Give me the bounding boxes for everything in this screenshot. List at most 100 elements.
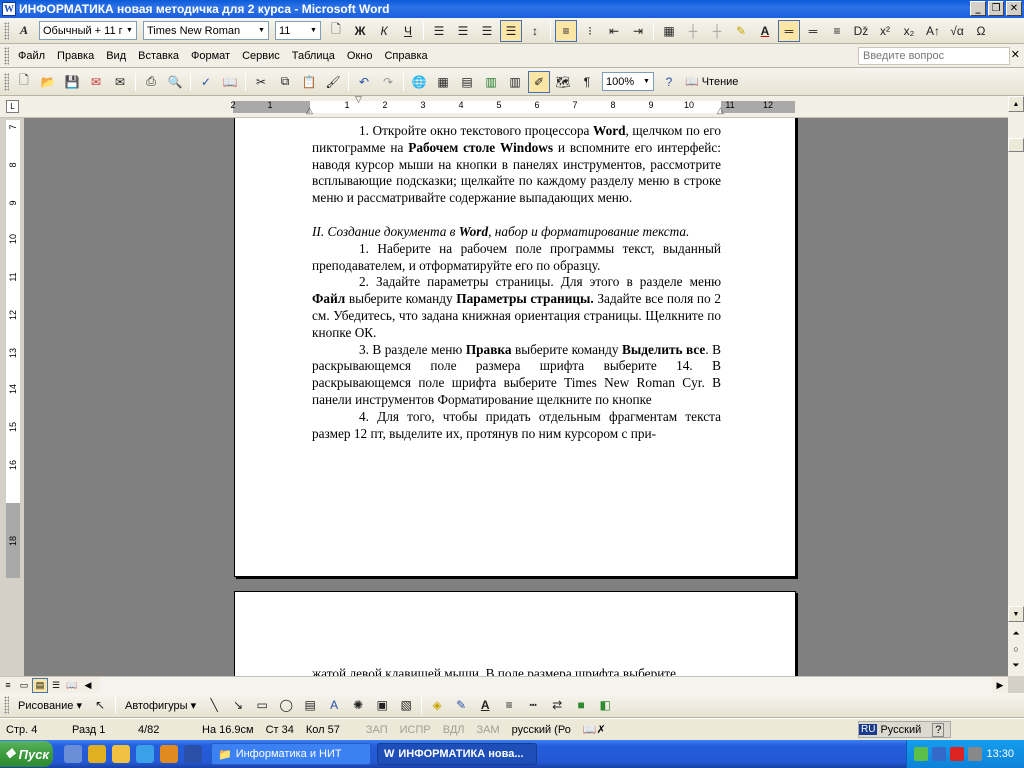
omega-icon[interactable]: Ω <box>970 20 992 42</box>
insert-rows-icon[interactable]: ┼ <box>682 20 704 42</box>
scroll-right-button[interactable]: ▶ <box>992 678 1008 693</box>
horizontal-ruler[interactable]: 2 1 1 2 3 4 5 6 7 8 9 10 11 12 ▽ △ △ <box>230 94 795 116</box>
paragraph[interactable]: 2. Задайте параметры страницы. Для этого… <box>312 274 721 341</box>
left-indent-marker[interactable]: △ <box>306 105 313 116</box>
toolbar-grip[interactable] <box>4 21 9 40</box>
rectangle-icon[interactable]: ▭ <box>251 694 273 716</box>
format-painter-icon[interactable]: 🖌 <box>322 71 344 93</box>
shadow-icon[interactable]: ■ <box>570 694 592 716</box>
italic-button[interactable]: К <box>373 20 395 42</box>
minimize-button[interactable]: _ <box>970 1 986 16</box>
menu-file[interactable]: Файл <box>12 50 51 62</box>
menu-format[interactable]: Формат <box>185 50 236 62</box>
status-record[interactable]: ЗАП <box>360 724 394 736</box>
clipart-icon[interactable]: ▣ <box>371 694 393 716</box>
web-layout-icon[interactable]: ▭ <box>16 678 32 693</box>
status-overtype[interactable]: ЗАМ <box>471 724 506 736</box>
next-page-fragment[interactable]: жатой левой клавишей мыши. В поле размер… <box>312 665 721 676</box>
chevron-down-icon[interactable]: ▼ <box>123 22 136 39</box>
font-color-icon[interactable]: A <box>474 694 496 716</box>
increase-indent-icon[interactable]: ⇥ <box>627 20 649 42</box>
scroll-down-button[interactable]: ▼ <box>1008 606 1024 622</box>
page[interactable]: жатой левой клавишей мыши. В поле размер… <box>234 591 796 676</box>
align-left-icon[interactable]: ☰ <box>428 20 450 42</box>
new-document-icon[interactable]: 🗋 <box>325 20 347 42</box>
justify-icon[interactable]: ☰ <box>500 19 522 42</box>
open-icon[interactable]: 📂 <box>37 71 59 93</box>
toolbar-grip[interactable] <box>4 46 9 65</box>
diagram-icon[interactable]: ✺ <box>347 694 369 716</box>
fill-color-icon[interactable]: ◈ <box>426 694 448 716</box>
task-word[interactable]: W ИНФОРМАТИКА нова... <box>377 743 537 765</box>
spelling-icon[interactable]: ✓ <box>195 71 217 93</box>
language-bar[interactable]: RU Русский ? <box>858 721 952 738</box>
insert-excel-icon[interactable]: ▥ <box>480 71 502 93</box>
quicklaunch-folder-icon[interactable] <box>112 745 130 763</box>
text-box-icon[interactable]: ▤ <box>299 694 321 716</box>
wordart-icon[interactable]: A <box>323 694 345 716</box>
triple-line-icon[interactable]: ≡ <box>826 20 848 42</box>
bullets-icon[interactable]: ⁝ <box>579 20 601 42</box>
menu-insert[interactable]: Вставка <box>132 50 185 62</box>
status-track-changes[interactable]: ИСПР <box>394 724 437 736</box>
paragraph[interactable]: 1. Наберите на рабочем поле программы те… <box>312 241 721 275</box>
chevron-down-icon[interactable]: ▼ <box>640 73 653 90</box>
tray-network-icon[interactable] <box>914 747 929 761</box>
oval-icon[interactable]: ◯ <box>275 694 297 716</box>
bold-button[interactable]: Ж <box>349 20 371 42</box>
permission-icon[interactable]: ✉ <box>85 71 107 93</box>
autoshapes-menu[interactable]: Автофигуры ▾ <box>119 699 202 712</box>
font-combo[interactable]: Times New Roman ▼ <box>143 21 269 40</box>
toolbar-grip[interactable] <box>4 696 9 714</box>
print-layout-icon[interactable]: ▤ <box>32 677 48 693</box>
select-objects-icon[interactable]: ↖ <box>89 694 111 716</box>
task-folder[interactable]: 📁 Информатика и НИТ <box>211 743 371 765</box>
line-weight-icon[interactable]: ≡ <box>498 694 520 716</box>
quicklaunch-ie-icon[interactable] <box>136 745 154 763</box>
next-page-icon[interactable]: ⏷ <box>1008 660 1024 671</box>
reading-mode-button[interactable]: 📖 Чтение <box>681 75 742 89</box>
select-browse-object-icon[interactable]: ○ <box>1008 644 1024 654</box>
quicklaunch-media-icon[interactable] <box>160 745 178 763</box>
line-color-icon[interactable]: ✎ <box>450 694 472 716</box>
line-spacing-icon[interactable]: ↕ <box>524 20 546 42</box>
save-icon[interactable]: 💾 <box>61 71 83 93</box>
drawing-icon[interactable]: ✐ <box>528 70 550 93</box>
quicklaunch-paint-icon[interactable] <box>88 745 106 763</box>
ask-question-input[interactable]: Введите вопрос <box>858 47 1010 65</box>
restore-button[interactable]: ❐ <box>988 1 1004 16</box>
menu-window[interactable]: Окно <box>341 50 379 62</box>
hyperlink-icon[interactable]: 🌐 <box>408 71 430 93</box>
drawing-menu[interactable]: Рисование ▾ <box>12 699 88 712</box>
borders-icon[interactable]: ▦ <box>658 20 680 42</box>
start-button[interactable]: ❖ Пуск <box>0 741 53 767</box>
undo-icon[interactable]: ↶ <box>353 71 375 93</box>
show-hide-icon[interactable]: ¶ <box>576 71 598 93</box>
superscript-icon[interactable]: x² <box>874 20 896 42</box>
print-preview-icon[interactable]: 🔍 <box>164 71 186 93</box>
grow-font-icon[interactable]: A↑ <box>922 20 944 42</box>
equation-icon[interactable]: √α <box>946 20 968 42</box>
first-line-indent-marker[interactable]: ▽ <box>355 94 362 105</box>
arrow-icon[interactable]: ↘ <box>227 694 249 716</box>
document-area[interactable]: 1. Откройте окно текстового процессора W… <box>24 118 1008 676</box>
tray-antivirus-icon[interactable] <box>950 747 965 761</box>
numbering-icon[interactable]: ≡ <box>555 19 577 42</box>
align-right-icon[interactable]: ☰ <box>476 20 498 42</box>
3d-icon[interactable]: ◧ <box>594 694 616 716</box>
toolbar-grip[interactable] <box>4 72 9 91</box>
arrow-style-icon[interactable]: ⇄ <box>546 694 568 716</box>
chevron-down-icon[interactable]: ▼ <box>255 22 268 39</box>
menu-table[interactable]: Таблица <box>286 50 341 62</box>
reading-layout-icon[interactable]: 📖 <box>64 678 80 693</box>
double-line-icon[interactable]: ═ <box>802 20 824 42</box>
tray-volume-icon[interactable] <box>968 747 983 761</box>
highlight-icon[interactable]: ✎ <box>730 20 752 42</box>
section-heading[interactable]: II. Создание документа в Word, набор и ф… <box>312 224 721 241</box>
insert-table-icon[interactable]: ▤ <box>456 71 478 93</box>
outline-view-icon[interactable]: ☰ <box>48 678 64 693</box>
chevron-down-icon[interactable]: ▼ <box>307 22 320 39</box>
subscript-icon[interactable]: x₂ <box>898 20 920 42</box>
style-combo[interactable]: Обычный + 11 г ▼ <box>39 21 137 40</box>
columns-icon[interactable]: ▥ <box>504 71 526 93</box>
